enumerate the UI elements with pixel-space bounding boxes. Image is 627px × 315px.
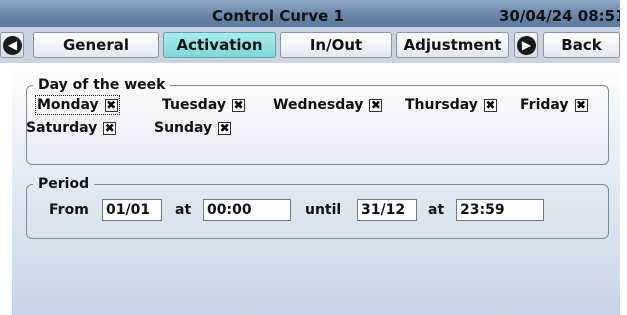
period-group: Period From 01/01 at 00:00 until 31/12 a… [26, 176, 609, 239]
arrow-left-circle-icon: ◀ [3, 36, 22, 55]
until-time-input[interactable]: 23:59 [456, 199, 544, 221]
wednesday-checkbox[interactable]: ✖ [369, 98, 383, 112]
until-at-label: at [428, 202, 445, 218]
from-at-label: at [175, 202, 192, 218]
saturday-checkbox[interactable]: ✖ [103, 121, 117, 135]
right-edge [620, 0, 627, 315]
tab-adjustment[interactable]: Adjustment [396, 32, 509, 58]
day-wednesday[interactable]: Wednesday ✖ [273, 97, 383, 113]
back-button[interactable]: Back [543, 32, 620, 58]
date-time: 30/04/24 08:51 [499, 7, 626, 25]
until-label: until [305, 202, 342, 218]
friday-checkbox[interactable]: ✖ [574, 98, 588, 112]
tuesday-checkbox[interactable]: ✖ [231, 98, 245, 112]
day-saturday[interactable]: Saturday ✖ [26, 120, 117, 136]
tab-activation[interactable]: Activation [163, 32, 276, 58]
title-bar: Control Curve 1 30/04/24 08:51 [0, 0, 626, 27]
window-title: Control Curve 1 [212, 7, 344, 25]
day-tuesday[interactable]: Tuesday ✖ [162, 97, 245, 113]
from-label: From [49, 202, 89, 218]
day-monday[interactable]: Monday ✖ [35, 95, 120, 115]
day-of-week-group: Day of the week Monday ✖ Tuesday ✖ Wedne… [26, 77, 609, 165]
day-of-week-legend: Day of the week [38, 77, 166, 93]
day-sunday[interactable]: Sunday ✖ [154, 120, 232, 136]
tab-general[interactable]: General [33, 32, 159, 58]
next-tab-button[interactable]: ▶ [514, 32, 538, 58]
sunday-checkbox[interactable]: ✖ [218, 121, 232, 135]
prev-tab-button[interactable]: ◀ [0, 32, 24, 58]
monday-checkbox[interactable]: ✖ [104, 98, 118, 112]
tab-bar: ◀ General Activation In/Out Adjustment ▶… [0, 27, 620, 63]
from-date-input[interactable]: 01/01 [102, 199, 162, 221]
tab-in-out[interactable]: In/Out [280, 32, 392, 58]
day-thursday[interactable]: Thursday ✖ [405, 97, 497, 113]
period-legend: Period [38, 176, 90, 192]
content-area: Day of the week Monday ✖ Tuesday ✖ Wedne… [12, 63, 620, 315]
from-time-input[interactable]: 00:00 [203, 199, 291, 221]
thursday-checkbox[interactable]: ✖ [483, 98, 497, 112]
until-date-input[interactable]: 31/12 [357, 199, 417, 221]
day-friday[interactable]: Friday ✖ [520, 97, 588, 113]
arrow-right-circle-icon: ▶ [517, 36, 536, 55]
